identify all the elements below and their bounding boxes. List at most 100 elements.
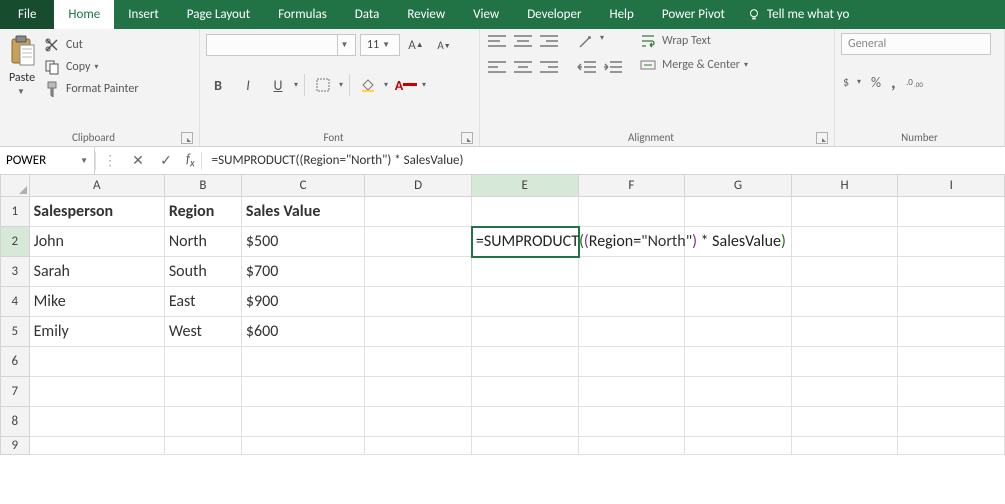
accounting-format-button[interactable]: $▾ [841,74,861,90]
orientation-button[interactable] [576,33,598,51]
align-bottom-button[interactable] [538,33,560,51]
cancel-formula-button[interactable]: ✕ [124,147,152,174]
cell[interactable] [898,407,1005,437]
cell[interactable]: $900 [242,287,365,317]
tab-insert[interactable]: Insert [114,0,173,29]
cell[interactable] [792,377,899,407]
col-header-a[interactable]: A [30,175,165,197]
underline-button[interactable]: U [266,73,290,97]
tab-home[interactable]: Home [54,0,114,29]
cell[interactable] [472,407,579,437]
bold-button[interactable]: B [206,73,230,97]
cell[interactable] [165,377,242,407]
cell[interactable] [898,197,1005,227]
cell[interactable] [579,407,686,437]
cell[interactable] [30,407,165,437]
cell[interactable] [365,347,472,377]
cell[interactable]: South [165,257,242,287]
cell[interactable] [472,197,579,227]
align-left-button[interactable] [486,59,508,77]
cell[interactable] [898,347,1005,377]
cell[interactable] [792,227,899,257]
col-header-i[interactable]: I [898,175,1005,197]
cell[interactable] [685,317,792,347]
cell[interactable] [579,257,686,287]
cell[interactable] [365,287,472,317]
cell[interactable] [898,317,1005,347]
font-dialog-launcher[interactable] [461,132,473,144]
cell[interactable]: John [30,227,165,257]
col-header-h[interactable]: H [792,175,899,197]
cell[interactable]: Sarah [30,257,165,287]
cell[interactable] [30,437,165,455]
col-header-f[interactable]: F [579,175,686,197]
row-header[interactable]: 3 [0,257,30,287]
cell[interactable] [472,377,579,407]
cell[interactable] [579,437,686,455]
row-header[interactable]: 4 [0,287,30,317]
cell[interactable]: Emily [30,317,165,347]
cell[interactable]: West [165,317,242,347]
cell[interactable] [365,257,472,287]
tab-developer[interactable]: Developer [513,0,595,29]
cell[interactable] [792,407,899,437]
tab-formulas[interactable]: Formulas [264,0,341,29]
merge-center-button[interactable]: Merge & Center ▾ [640,57,748,73]
tab-review[interactable]: Review [393,0,459,29]
cell[interactable] [685,407,792,437]
increase-decimal-button[interactable]: .0.00 [906,75,926,89]
cell-selected[interactable]: =SUMPRODUCT((Region="North") * SalesValu… [472,227,579,257]
align-center-button[interactable] [512,59,534,77]
cell[interactable] [898,437,1005,455]
cell[interactable] [685,347,792,377]
cell[interactable] [685,197,792,227]
fill-color-button[interactable] [356,73,380,97]
percent-button[interactable]: % [871,74,881,91]
cell[interactable] [365,317,472,347]
cell[interactable] [579,197,686,227]
cell[interactable] [685,287,792,317]
number-format-select[interactable]: General [841,33,991,55]
align-top-button[interactable] [486,33,508,51]
align-middle-button[interactable] [512,33,534,51]
fx-icon[interactable]: fx [180,152,201,170]
cell[interactable] [898,227,1005,257]
cell[interactable] [30,347,165,377]
cell[interactable]: Region [165,197,242,227]
comma-button[interactable]: , [891,71,896,93]
italic-button[interactable]: I [236,73,260,97]
cell[interactable] [792,317,899,347]
cell[interactable] [685,437,792,455]
cell[interactable]: East [165,287,242,317]
tab-power-pivot[interactable]: Power Pivot [648,0,739,29]
font-color-button[interactable]: A [394,73,418,97]
cell[interactable] [579,287,686,317]
select-all-button[interactable] [0,175,30,197]
cell[interactable]: North [165,227,242,257]
col-header-g[interactable]: G [685,175,792,197]
cell[interactable]: Sales Value [242,197,365,227]
cell[interactable] [898,287,1005,317]
tab-data[interactable]: Data [341,0,394,29]
cell[interactable] [792,257,899,287]
font-size-select[interactable]: 11 ▼ [360,34,400,56]
cell[interactable] [685,377,792,407]
cell[interactable]: $600 [242,317,365,347]
cell[interactable] [365,407,472,437]
format-painter-button[interactable]: Format Painter [44,81,139,97]
cell[interactable] [165,437,242,455]
cell[interactable] [242,377,365,407]
cell[interactable] [472,317,579,347]
cell[interactable] [792,287,899,317]
row-header[interactable]: 5 [0,317,30,347]
cell[interactable] [792,347,899,377]
cell[interactable]: $500 [242,227,365,257]
cell[interactable] [242,347,365,377]
cell[interactable] [792,437,899,455]
borders-button[interactable] [311,73,335,97]
cell[interactable]: Mike [30,287,165,317]
cell[interactable] [792,197,899,227]
cell[interactable] [579,347,686,377]
decrease-indent-button[interactable] [576,59,598,77]
row-header[interactable]: 9 [0,437,30,455]
